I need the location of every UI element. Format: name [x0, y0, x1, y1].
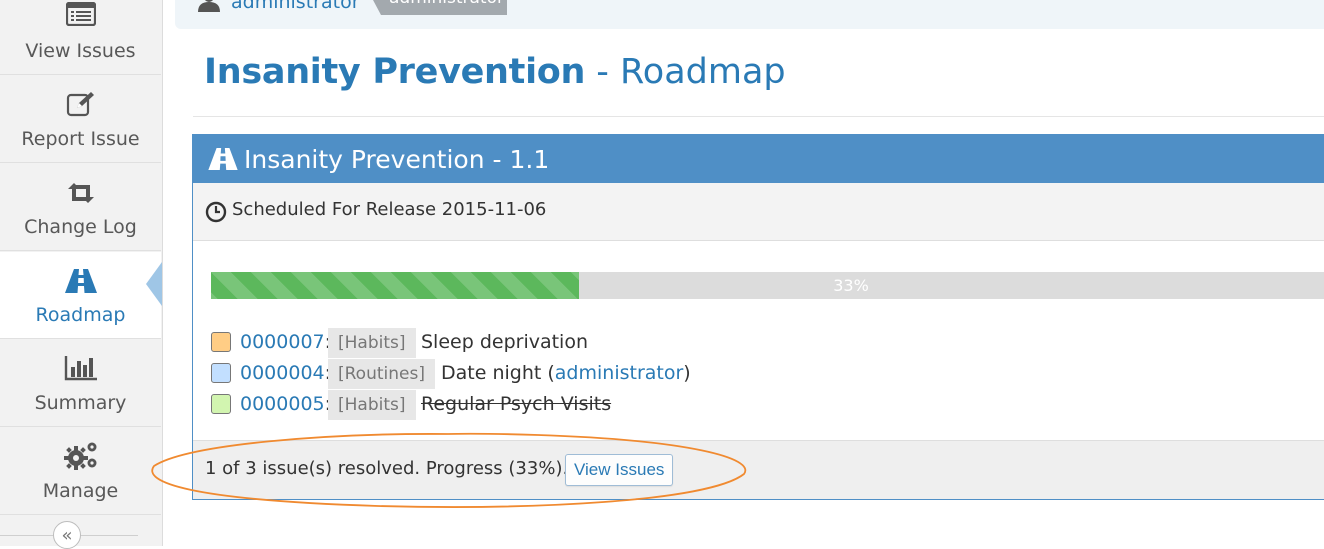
sidebar-item-label: Roadmap [35, 304, 126, 326]
status-indicator [211, 363, 231, 383]
tag-arrow [373, 0, 381, 15]
project-name: Insanity Prevention [204, 52, 586, 92]
title-separator: - [585, 52, 621, 92]
issue-summary: Date night (administrator) [441, 362, 691, 384]
sidebar-item-report-issue[interactable]: Report Issue [0, 76, 161, 163]
sidebar-item-view-issues[interactable]: View Issues [0, 0, 161, 75]
active-indicator [146, 262, 162, 306]
tag-label: administrator [389, 0, 504, 8]
user-icon [197, 0, 221, 16]
progress-bar-fill [211, 272, 579, 299]
bar-chart-icon [0, 355, 161, 385]
sidebar-item-label: Summary [34, 392, 127, 414]
sidebar-item-manage[interactable]: Manage [0, 428, 161, 515]
sidebar-item-change-log[interactable]: Change Log [0, 164, 161, 251]
issue-id-link[interactable]: 0000007 [240, 331, 325, 353]
issue-summary: Regular Psych Visits [421, 393, 612, 415]
double-chevron-left-icon: « [61, 525, 73, 546]
collapse-sidebar-button[interactable]: « [53, 521, 81, 549]
list-icon [0, 2, 161, 30]
page-title: Insanity Prevention - Roadmap [204, 52, 786, 92]
sidebar-item-label: Report Issue [21, 128, 140, 150]
breadcrumb-user-link[interactable]: administrator [231, 0, 360, 13]
issue-summary: Sleep deprivation [421, 331, 589, 353]
sidebar: View Issues Report Issue Change Log Road… [0, 0, 163, 549]
category-badge: [Habits] [328, 328, 416, 358]
assignee-link[interactable]: administrator [555, 362, 684, 384]
issue-id-link[interactable]: 0000004 [240, 362, 325, 384]
breadcrumb-user-tag[interactable]: administrator [373, 0, 709, 15]
status-indicator [211, 332, 231, 352]
version-title[interactable]: Insanity Prevention - 1.1 [244, 145, 549, 174]
title-divider [193, 116, 1324, 117]
category-badge: [Habits] [328, 390, 416, 420]
edit-icon [0, 91, 161, 121]
sidebar-item-label: View Issues [25, 40, 136, 62]
road-icon [208, 148, 238, 174]
progress-bar: 33% [211, 272, 1324, 299]
release-schedule: Scheduled For Release 2015-11-06 [193, 183, 1324, 241]
annotation-ellipse [151, 432, 747, 508]
status-indicator [211, 394, 231, 414]
clock-icon [205, 201, 227, 227]
sidebar-item-label: Manage [42, 480, 119, 502]
gears-icon [0, 441, 161, 475]
issue-id-link[interactable]: 0000005 [240, 393, 325, 415]
sidebar-item-summary[interactable]: Summary [0, 340, 161, 427]
version-header: Insanity Prevention - 1.1 [193, 135, 1324, 183]
progress-percent-label: 33% [833, 276, 869, 295]
retweet-icon [0, 181, 161, 209]
breadcrumb: administrator administrator [175, 0, 1324, 29]
road-icon [0, 269, 161, 297]
release-date-text: Scheduled For Release 2015-11-06 [232, 199, 547, 220]
page-section: Roadmap [620, 52, 786, 92]
sidebar-item-roadmap[interactable]: Roadmap [0, 252, 161, 339]
category-badge: [Routines] [328, 359, 435, 389]
sidebar-item-label: Change Log [24, 216, 137, 238]
